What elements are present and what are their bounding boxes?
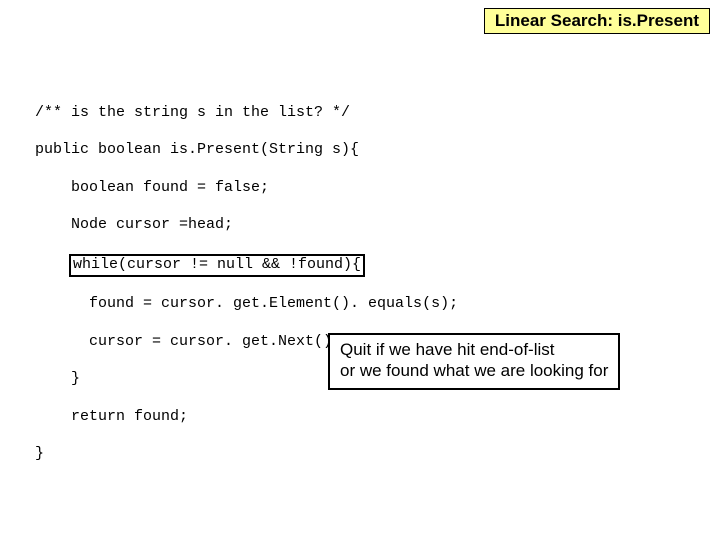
code-line: Node cursor =head; [35, 216, 458, 235]
code-line: /** is the string s in the list? */ [35, 104, 458, 123]
highlight-box: while(cursor != null && !found){ [69, 254, 365, 277]
annotation-box: Quit if we have hit end-of-list or we fo… [328, 333, 620, 390]
code-block: /** is the string s in the list? */ publ… [35, 85, 458, 483]
code-line: public boolean is.Present(String s){ [35, 141, 458, 160]
code-line-highlighted: while(cursor != null && !found){ [35, 254, 458, 277]
annotation-line: Quit if we have hit end-of-list [340, 339, 608, 360]
code-line: } [35, 445, 458, 464]
indent [35, 256, 71, 273]
slide-title: Linear Search: is.Present [484, 8, 710, 34]
annotation-line: or we found what we are looking for [340, 360, 608, 381]
code-line: found = cursor. get.Element(). equals(s)… [35, 295, 458, 314]
code-line: boolean found = false; [35, 179, 458, 198]
code-line: return found; [35, 408, 458, 427]
